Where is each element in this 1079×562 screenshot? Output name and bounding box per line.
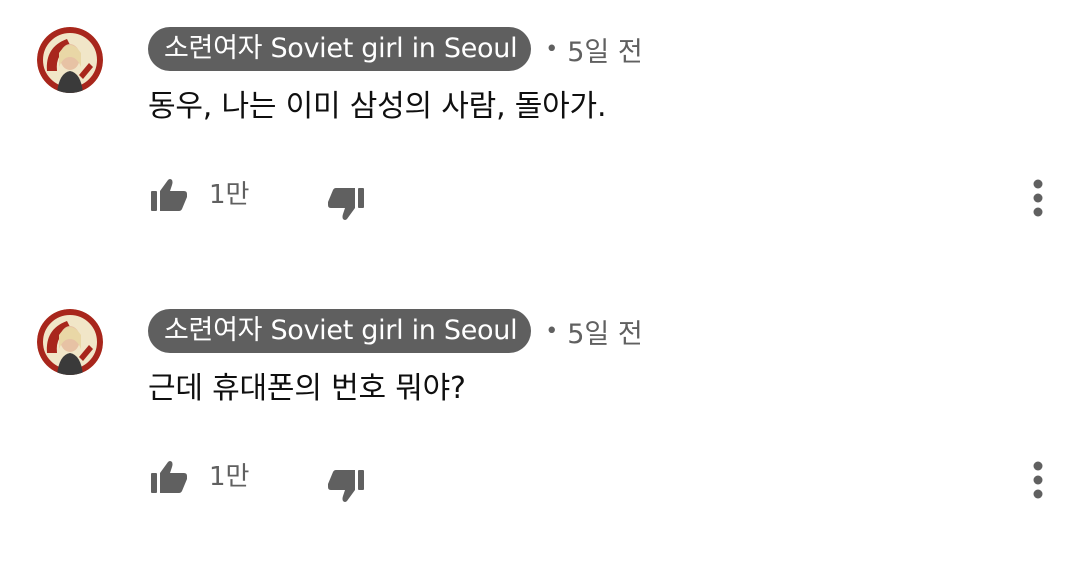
author-avatar[interactable] [37, 309, 103, 375]
comment-item: 소련여자 Soviet girl in Seoul • 5일 전 동우, 나는 … [0, 0, 1079, 280]
like-count: 1만 [209, 180, 250, 210]
dislike-button[interactable] [322, 462, 370, 510]
author-name-chip[interactable]: 소련여자 Soviet girl in Seoul [148, 27, 532, 71]
thumb-down-icon [328, 188, 364, 220]
meta-separator: • [545, 36, 559, 62]
comment-header: 소련여자 Soviet girl in Seoul • 5일 전 [148, 309, 643, 353]
avatar-image [37, 27, 103, 93]
comment-header: 소련여자 Soviet girl in Seoul • 5일 전 [148, 27, 643, 71]
comment-item: 소련여자 Soviet girl in Seoul • 5일 전 근데 휴대폰의… [0, 282, 1079, 562]
thumb-up-icon [151, 179, 187, 211]
thumb-up-icon [151, 461, 187, 493]
more-vert-icon [1033, 179, 1043, 217]
like-count: 1만 [209, 462, 250, 492]
meta-separator: • [545, 318, 559, 344]
comment-timestamp: 5일 전 [567, 318, 643, 350]
dislike-button[interactable] [322, 180, 370, 228]
thumb-down-icon [328, 470, 364, 502]
author-avatar[interactable] [37, 27, 103, 93]
comment-timestamp: 5일 전 [567, 36, 643, 68]
more-options-button[interactable] [1020, 174, 1056, 222]
like-button[interactable] [146, 454, 192, 500]
comment-text: 근데 휴대폰의 번호 뭐야? [148, 371, 466, 406]
author-name-chip[interactable]: 소련여자 Soviet girl in Seoul [148, 309, 532, 353]
avatar-image [37, 309, 103, 375]
more-options-button[interactable] [1020, 456, 1056, 504]
like-button[interactable] [146, 172, 192, 218]
more-vert-icon [1033, 461, 1043, 499]
comment-text: 동우, 나는 이미 삼성의 사람, 돌아가. [148, 89, 607, 124]
